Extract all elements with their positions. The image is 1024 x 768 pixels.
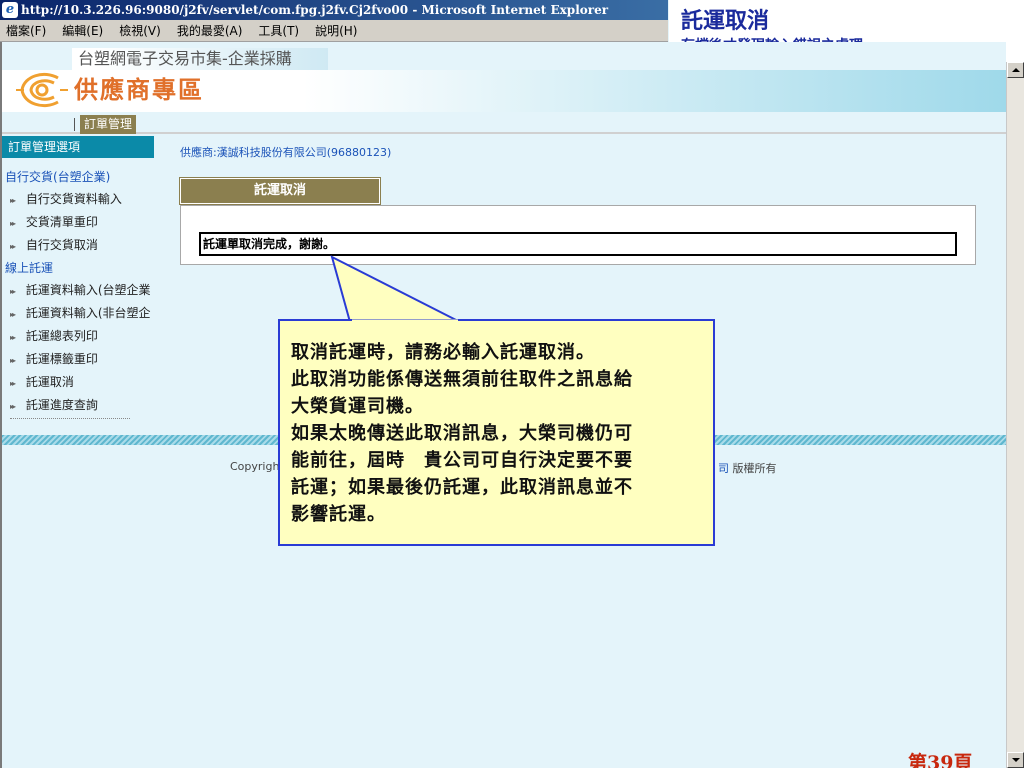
callout-note: 取消託運時，請務必輸入託運取消。 此取消功能係傳送無須前往取件之訊息給 大榮貨運… — [278, 319, 715, 546]
slide-page-number: 第39頁 — [908, 752, 973, 768]
menu-favorites[interactable]: 我的最愛(A) — [177, 22, 243, 39]
callout-line: 大榮貨運司機。 — [291, 396, 424, 417]
portal-title: 供應商專區 — [74, 76, 204, 104]
sidebar-item-shipping-cancel[interactable]: ▸▸ 託運取消 — [2, 371, 154, 394]
sidebar-item-label: 託運進度查詢 — [25, 398, 98, 412]
sidebar-item-shipping-summary-print[interactable]: ▸▸ 託運總表列印 — [2, 325, 154, 348]
sidebar-header: 訂單管理選項 — [2, 136, 154, 158]
sidebar-item-shipping-progress[interactable]: ▸▸ 託運進度查詢 — [2, 394, 154, 417]
sidebar-item-label: 自行交貨資料輸入 — [25, 192, 122, 206]
sidebar-item-label: 自行交貨取消 — [25, 238, 98, 252]
supplier-label: 供應商:漢誠科技股份有限公司(96880123) — [180, 146, 392, 159]
menu-file[interactable]: 檔案(F) — [6, 22, 46, 39]
scroll-down-button[interactable] — [1007, 752, 1024, 768]
browser-title: http://10.3.226.96:9080/j2fv/servlet/com… — [21, 3, 609, 17]
callout-line: 取消託運時，請務必輸入託運取消。 — [291, 342, 595, 363]
slide-title: 託運取消 — [681, 8, 770, 34]
arrow-down-icon — [1012, 758, 1020, 762]
result-message: 託運單取消完成，謝謝。 — [199, 232, 957, 256]
menu-tools[interactable]: 工具(T) — [258, 22, 299, 39]
browser-menubar: 檔案(F) 編輯(E) 檢視(V) 我的最愛(A) 工具(T) 說明(H) — [0, 20, 668, 42]
copyright-rights-text: 版權所有 — [732, 462, 777, 475]
copyright-rights: 司 版權所有 — [718, 460, 777, 476]
browser-title-bar: e http://10.3.226.96:9080/j2fv/servlet/co… — [0, 0, 668, 20]
portal-name: 台塑網電子交易市集-企業採購 — [72, 48, 328, 70]
scroll-up-button[interactable] — [1007, 62, 1024, 78]
double-arrow-icon: ▸▸ — [10, 356, 16, 365]
sidebar-group-self-delivery[interactable]: 自行交貨(台塑企業) — [2, 166, 154, 188]
sidebar-divider — [10, 417, 130, 419]
sidebar-item-label: 託運資料輸入(台塑企業 — [25, 283, 151, 297]
menu-help[interactable]: 說明(H) — [315, 22, 357, 39]
internet-explorer-icon: e — [2, 2, 18, 18]
menu-edit[interactable]: 編輯(E) — [62, 22, 103, 39]
callout-line: 託運；如果最後仍託運，此取消訊息並不 — [291, 477, 633, 498]
callout-line: 影響託運。 — [291, 504, 386, 525]
sidebar-item-label: 託運取消 — [25, 375, 74, 389]
callout-line: 能前往，屆時 貴公司可自行決定要不要 — [291, 450, 633, 471]
portal-header: 供應商專區 — [2, 70, 1006, 112]
copyright-company-tail[interactable]: 司 — [718, 462, 729, 475]
callout-line: 如果太晚傳送此取消訊息，大榮司機仍可 — [291, 423, 633, 444]
menu-view[interactable]: 檢視(V) — [119, 22, 161, 39]
double-arrow-icon: ▸▸ — [10, 219, 16, 228]
double-arrow-icon: ▸▸ — [10, 402, 16, 411]
sidebar-item-shipping-input-fpg[interactable]: ▸▸ 託運資料輸入(台塑企業 — [2, 279, 154, 302]
sidebar-item-label: 託運資料輸入(非台塑企 — [25, 306, 151, 320]
sidebar-item-label: 託運總表列印 — [25, 329, 98, 343]
arrow-up-icon — [1012, 68, 1020, 72]
sidebar-item-label: 託運標籤重印 — [25, 352, 98, 366]
portal-tabbar: 訂單管理 — [2, 114, 1006, 134]
sidebar-item-label: 交貨清單重印 — [25, 215, 98, 229]
panel-title: 託運取消 — [179, 177, 381, 205]
sidebar-item-delivery-list-reprint[interactable]: ▸▸ 交貨清單重印 — [2, 211, 154, 234]
callout-line: 此取消功能係傳送無須前往取件之訊息給 — [291, 369, 633, 390]
tab-order-management[interactable]: 訂單管理 — [80, 115, 137, 134]
double-arrow-icon: ▸▸ — [10, 379, 16, 388]
vertical-scrollbar[interactable] — [1006, 62, 1024, 768]
sidebar-group-online-shipping[interactable]: 線上託運 — [2, 257, 154, 279]
result-panel: 託運單取消完成，謝謝。 — [180, 205, 976, 265]
sidebar-item-shipping-label-reprint[interactable]: ▸▸ 託運標籤重印 — [2, 348, 154, 371]
double-arrow-icon: ▸▸ — [10, 333, 16, 342]
sidebar-item-shipping-input-non-fpg[interactable]: ▸▸ 託運資料輸入(非台塑企 — [2, 302, 154, 325]
double-arrow-icon: ▸▸ — [10, 310, 16, 319]
double-arrow-icon: ▸▸ — [10, 196, 16, 205]
sidebar-item-self-delivery-input[interactable]: ▸▸ 自行交貨資料輸入 — [2, 188, 154, 211]
sidebar-item-self-delivery-cancel[interactable]: ▸▸ 自行交貨取消 — [2, 234, 154, 257]
tab-divider — [74, 118, 75, 131]
portal-logo-icon — [16, 73, 68, 107]
copyright-text: Copyright — [230, 460, 284, 473]
double-arrow-icon: ▸▸ — [10, 287, 16, 296]
double-arrow-icon: ▸▸ — [10, 242, 16, 251]
sidebar: 訂單管理選項 自行交貨(台塑企業) ▸▸ 自行交貨資料輸入 ▸▸ 交貨清單重印 … — [2, 136, 154, 419]
